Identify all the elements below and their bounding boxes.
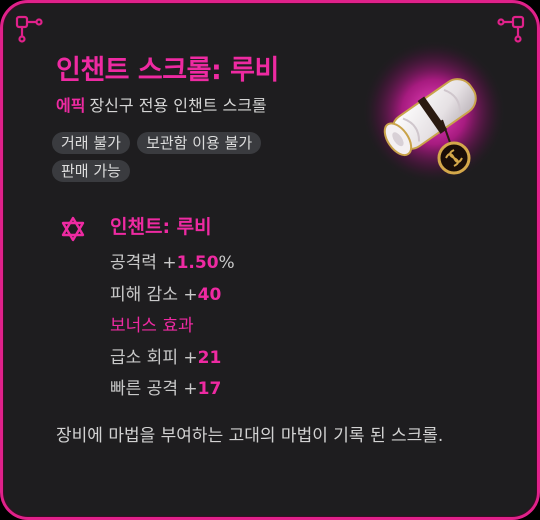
ruby-enchant-scroll-icon: [362, 40, 506, 184]
stat-value: 40: [197, 285, 222, 305]
bonus-stat-line: 급소 회피 +21: [110, 343, 221, 368]
stat-label: 공격력 +: [110, 253, 177, 273]
stat-value: 1.50: [176, 253, 219, 273]
hexagram-icon: [61, 216, 85, 242]
corner-ornament-icon: [15, 15, 43, 43]
item-grade: 에픽: [56, 96, 86, 115]
stat-value: 17: [197, 379, 222, 399]
stat-label: 급소 회피 +: [110, 348, 198, 368]
enchant-name: 인챈트: 루비: [110, 216, 212, 238]
bonus-title: 보너스 효과: [110, 316, 194, 336]
stat-value: 21: [197, 348, 222, 368]
stat-suffix: %: [218, 253, 235, 273]
item-type: 장신구 전용 인챈트 스크롤: [89, 96, 267, 115]
corner-ornament-icon: [497, 15, 525, 43]
item-name: 인챈트 스크롤: 루비: [56, 55, 279, 86]
stat-label: 피해 감소 +: [110, 285, 198, 305]
tag-sell: 판매 가능: [52, 160, 130, 182]
item-tags: 거래 불가 보관함 이용 불가 판매 가능: [52, 132, 312, 188]
stat-line: 피해 감소 +40: [110, 280, 221, 305]
tag-trade: 거래 불가: [52, 132, 130, 154]
stat-line: 공격력 +1.50%: [110, 248, 235, 273]
item-description: 장비에 마법을 부여하는 고대의 마법이 기록 된 스크롤.: [56, 426, 444, 446]
bonus-stat-line: 빠른 공격 +17: [110, 374, 221, 399]
tag-storage: 보관함 이용 불가: [137, 132, 262, 154]
item-subtitle: 에픽 장신구 전용 인챈트 스크롤: [56, 92, 267, 116]
stat-label: 빠른 공격 +: [110, 379, 198, 399]
